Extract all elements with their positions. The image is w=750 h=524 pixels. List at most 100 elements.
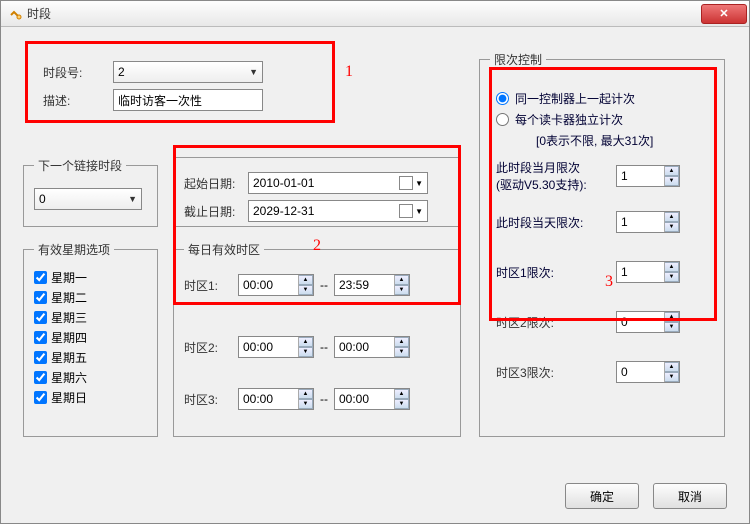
weekday-checkbox[interactable] <box>34 371 47 384</box>
weekday-checkbox[interactable] <box>34 331 47 344</box>
timezones-legend: 每日有效时区 <box>184 241 264 258</box>
spin-down-icon[interactable]: ▼ <box>395 347 409 357</box>
close-icon: ✕ <box>719 7 728 20</box>
annotation-3: 3 <box>605 273 613 291</box>
tz2-from[interactable]: 00:00▲▼ <box>238 336 314 358</box>
spin-up-icon[interactable]: ▲ <box>395 275 409 285</box>
window-title: 时段 <box>27 5 701 22</box>
limit-month-label: 此时段当月限次 (驱动V5.30支持): <box>496 159 616 193</box>
spin-down-icon[interactable]: ▼ <box>665 176 679 186</box>
close-button[interactable]: ✕ <box>701 4 747 24</box>
chevron-down-icon: ▼ <box>415 207 423 216</box>
chevron-down-icon: ▼ <box>249 67 258 77</box>
start-date-input[interactable]: 2010-01-01 ▼ <box>248 172 428 194</box>
desc-input[interactable] <box>113 89 263 111</box>
tz1-from[interactable]: 00:00▲▼ <box>238 274 314 296</box>
weekday-checkbox[interactable] <box>34 351 47 364</box>
spin-up-icon[interactable]: ▲ <box>395 337 409 347</box>
limit-tz1-input[interactable]: 1▲▼ <box>616 261 680 283</box>
weekday-thu[interactable]: 星期四 <box>34 329 147 346</box>
content: 时段号: 2 ▼ 描述: 下一个链接时段 0 ▼ 有效星期选项 星期一 星期 <box>1 27 749 523</box>
spin-down-icon[interactable]: ▼ <box>395 285 409 295</box>
limit-opt-each[interactable]: 每个读卡器独立计次 <box>496 111 708 128</box>
next-link-value: 0 <box>39 192 46 206</box>
spin-down-icon[interactable]: ▼ <box>665 372 679 382</box>
desc-label: 描述: <box>43 92 113 109</box>
limit-day-input[interactable]: 1▲▼ <box>616 211 680 233</box>
limit-opt-same[interactable]: 同一控制器上一起计次 <box>496 90 708 107</box>
tz3-from[interactable]: 00:00▲▼ <box>238 388 314 410</box>
calendar-icon <box>399 204 413 218</box>
dash: -- <box>320 340 328 354</box>
tz1-label: 时区1: <box>184 277 238 294</box>
spin-up-icon[interactable]: ▲ <box>665 166 679 176</box>
spin-up-icon[interactable]: ▲ <box>665 312 679 322</box>
weekday-checkbox[interactable] <box>34 391 47 404</box>
spin-down-icon[interactable]: ▼ <box>299 347 313 357</box>
spin-down-icon[interactable]: ▼ <box>395 399 409 409</box>
weekday-tue[interactable]: 星期二 <box>34 289 147 306</box>
weekday-sat[interactable]: 星期六 <box>34 369 147 386</box>
weekday-checkbox[interactable] <box>34 271 47 284</box>
radio[interactable] <box>496 92 509 105</box>
period-no-combo[interactable]: 2 ▼ <box>113 61 263 83</box>
annotation-1: 1 <box>345 63 353 81</box>
tz2-to[interactable]: 00:00▲▼ <box>334 336 410 358</box>
tz3-label: 时区3: <box>184 391 238 408</box>
limit-tz1-label: 时区1限次: <box>496 264 616 281</box>
end-date-input[interactable]: 2029-12-31 ▼ <box>248 200 428 222</box>
spin-up-icon[interactable]: ▲ <box>665 362 679 372</box>
spin-down-icon[interactable]: ▼ <box>665 272 679 282</box>
spin-down-icon[interactable]: ▼ <box>299 399 313 409</box>
calendar-icon <box>399 176 413 190</box>
tz3-to[interactable]: 00:00▲▼ <box>334 388 410 410</box>
weekday-fri[interactable]: 星期五 <box>34 349 147 366</box>
weekday-sun[interactable]: 星期日 <box>34 389 147 406</box>
next-link-combo[interactable]: 0 ▼ <box>34 188 142 210</box>
limit-tz3-input[interactable]: 0▲▼ <box>616 361 680 383</box>
dates-group: 起始日期: 2010-01-01 ▼ 截止日期: 2029-12-31 ▼ <box>173 157 461 227</box>
end-date-label: 截止日期: <box>184 203 248 220</box>
footer: 确定 取消 <box>565 483 727 509</box>
radio[interactable] <box>496 113 509 126</box>
spin-down-icon[interactable]: ▼ <box>665 222 679 232</box>
spin-up-icon[interactable]: ▲ <box>665 262 679 272</box>
weekday-checkbox[interactable] <box>34 311 47 324</box>
weekday-wed[interactable]: 星期三 <box>34 309 147 326</box>
limit-month-input[interactable]: 1▲▼ <box>616 165 680 187</box>
limit-tz2-label: 时区2限次: <box>496 314 616 331</box>
app-icon <box>7 6 23 22</box>
titlebar: 时段 ✕ <box>1 1 749 27</box>
tz1-to[interactable]: 23:59▲▼ <box>334 274 410 296</box>
weekdays-group: 有效星期选项 星期一 星期二 星期三 星期四 星期五 星期六 星期日 <box>23 241 158 437</box>
dash: -- <box>320 392 328 406</box>
spin-up-icon[interactable]: ▲ <box>395 389 409 399</box>
limit-tz3-label: 时区3限次: <box>496 364 616 381</box>
chevron-down-icon: ▼ <box>415 179 423 188</box>
window: 时段 ✕ 时段号: 2 ▼ 描述: 下一个链接时段 0 ▼ <box>0 0 750 524</box>
weekday-checkbox[interactable] <box>34 291 47 304</box>
spin-up-icon[interactable]: ▲ <box>665 212 679 222</box>
spin-down-icon[interactable]: ▼ <box>665 322 679 332</box>
spin-down-icon[interactable]: ▼ <box>299 285 313 295</box>
next-link-group: 下一个链接时段 0 ▼ <box>23 157 158 227</box>
next-link-legend: 下一个链接时段 <box>34 157 126 174</box>
annotation-2: 2 <box>313 237 321 255</box>
weekdays-legend: 有效星期选项 <box>34 241 114 258</box>
spin-up-icon[interactable]: ▲ <box>299 389 313 399</box>
period-no-label: 时段号: <box>43 64 113 81</box>
dash: -- <box>320 278 328 292</box>
spin-up-icon[interactable]: ▲ <box>299 275 313 285</box>
limit-group: 限次控制 同一控制器上一起计次 每个读卡器独立计次 [0表示不限, 最大31次]… <box>479 51 725 437</box>
weekday-mon[interactable]: 星期一 <box>34 269 147 286</box>
limit-tz2-input[interactable]: 0▲▼ <box>616 311 680 333</box>
cancel-button[interactable]: 取消 <box>653 483 727 509</box>
start-date-label: 起始日期: <box>184 175 248 192</box>
limit-legend: 限次控制 <box>490 51 546 68</box>
ok-button[interactable]: 确定 <box>565 483 639 509</box>
period-no-value: 2 <box>118 65 125 79</box>
spin-up-icon[interactable]: ▲ <box>299 337 313 347</box>
chevron-down-icon: ▼ <box>128 194 137 204</box>
limit-hint: [0表示不限, 最大31次] <box>536 132 708 149</box>
timezones-group: 每日有效时区 时区1: 00:00▲▼ -- 23:59▲▼ 时区2: 00:0… <box>173 241 461 437</box>
